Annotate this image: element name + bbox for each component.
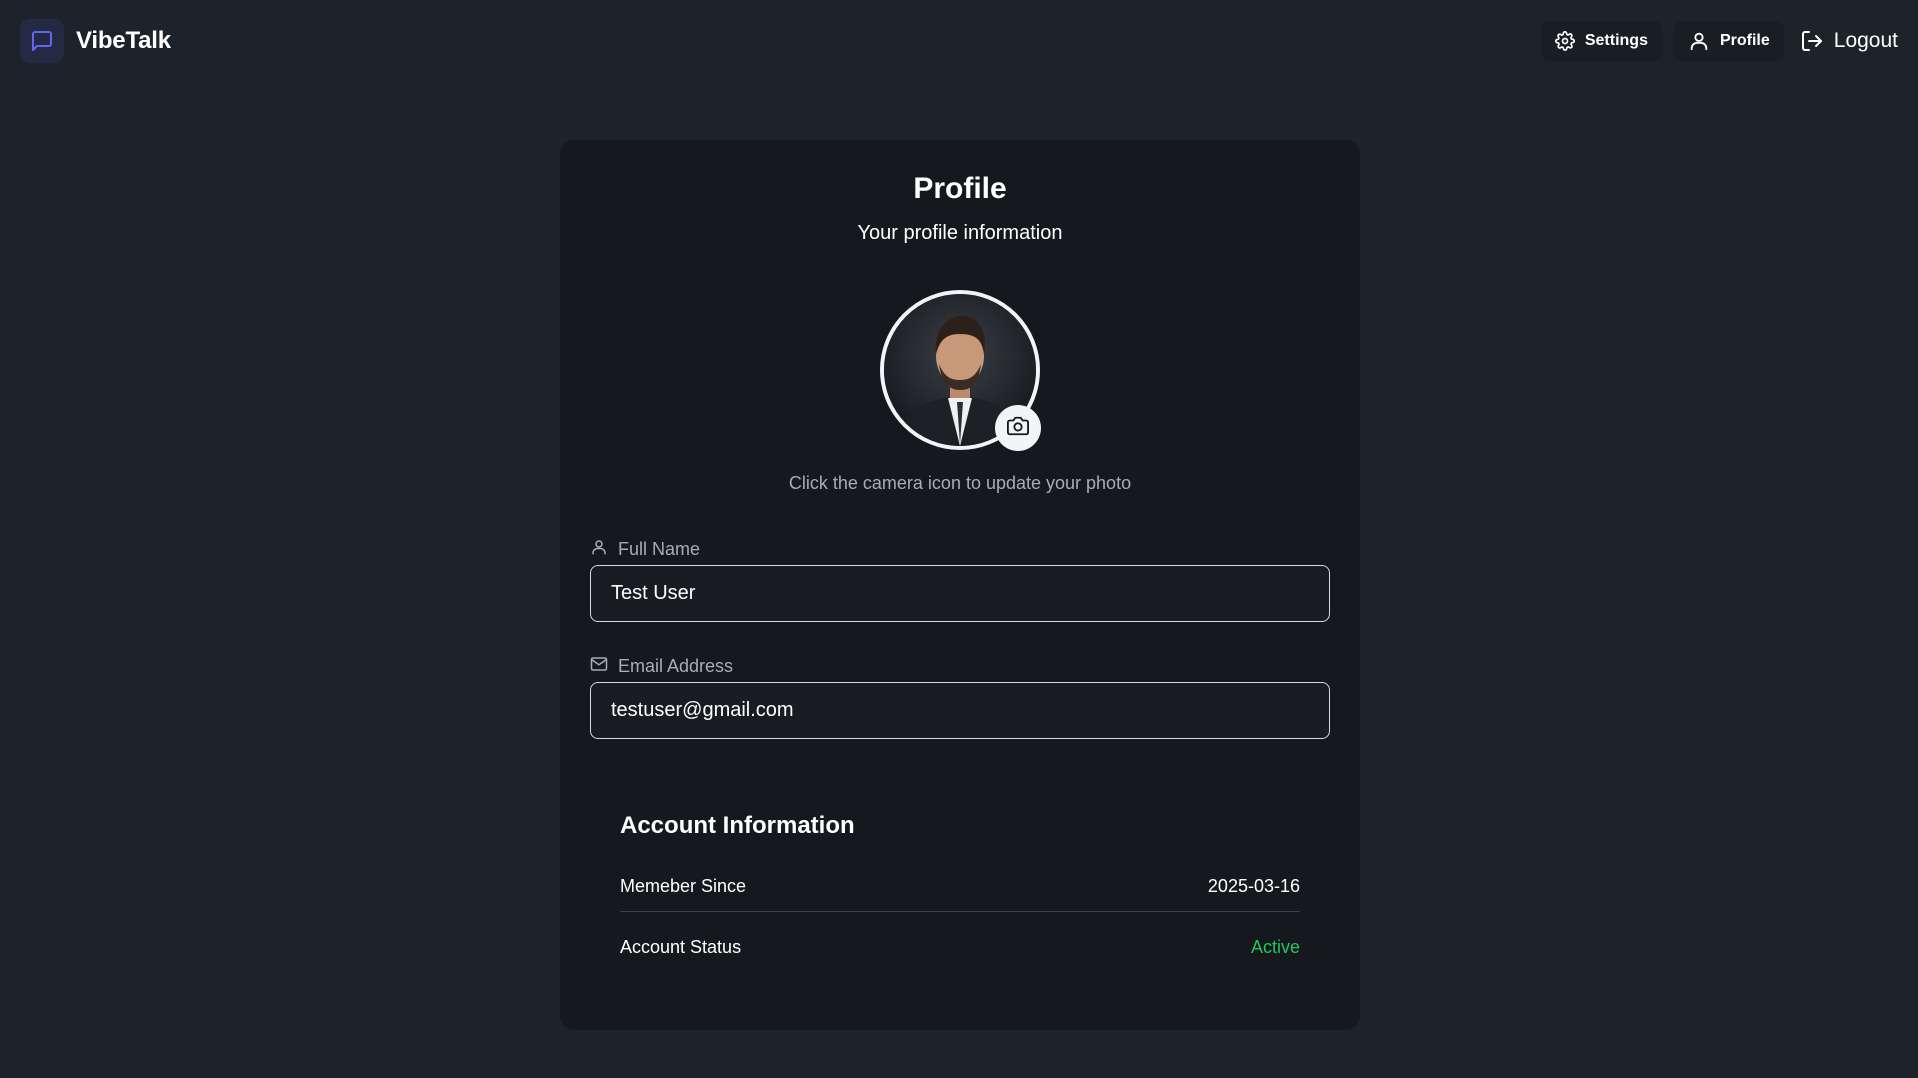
mail-icon [590,655,608,678]
gear-icon [1554,31,1575,51]
status-badge: Active [1250,937,1300,957]
email-label: Email Address [590,655,733,678]
member-since-value: 2025-03-16 [1207,876,1300,896]
settings-button[interactable]: Settings [1540,21,1662,61]
profile-card: Profile Your profile information Click t… [560,140,1360,1030]
account-status-label: Account Status [620,937,742,957]
nav-actions: Settings Profile Logout [1540,21,1898,61]
logout-label: Logout [1833,29,1898,52]
camera-button[interactable] [995,405,1041,451]
account-info-title: Account Information [620,812,855,839]
top-navbar: VibeTalk Settings Profile Logout [0,0,1918,82]
email-field[interactable]: testuser@gmail.com [590,682,1330,739]
logout-icon [1800,29,1824,53]
member-since-label: Memeber Since [620,876,747,896]
email-label-text: Email Address [618,656,734,676]
full-name-label: Full Name [590,538,700,561]
full-name-field[interactable]: Test User [590,565,1330,622]
account-status-row: Account Status Active [620,937,1300,958]
app-name: VibeTalk [76,27,171,54]
brand[interactable]: VibeTalk [20,19,171,63]
page-subtitle: Your profile information [857,222,1063,244]
avatar-container [880,290,1041,451]
photo-hint: Click the camera icon to update your pho… [788,473,1132,493]
camera-icon [1007,415,1029,442]
member-since-row: Memeber Since 2025-03-16 [620,876,1300,912]
profile-label: Profile [1719,32,1770,49]
message-square-icon [20,19,64,63]
logout-button[interactable]: Logout [1796,21,1898,61]
user-icon [1688,30,1710,52]
user-icon [590,538,608,561]
settings-label: Settings [1584,32,1648,49]
full-name-label-text: Full Name [618,539,701,559]
page-title: Profile [913,172,1007,205]
profile-button[interactable]: Profile [1673,21,1784,61]
